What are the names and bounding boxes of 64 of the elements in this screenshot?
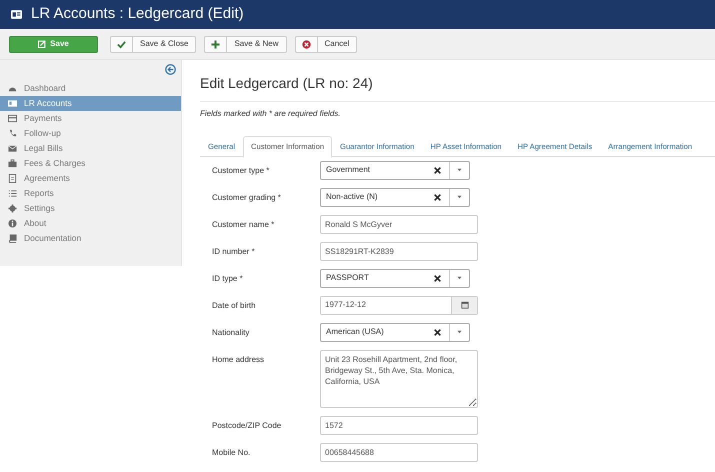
field-label: Customer type * bbox=[212, 164, 270, 177]
caret-icon[interactable] bbox=[457, 168, 462, 172]
text-field[interactable]: SS18291RT-K2839 bbox=[320, 242, 478, 261]
text-field[interactable]: 00658445688 bbox=[320, 442, 478, 462]
toolbar-button[interactable]: Save bbox=[9, 36, 98, 52]
field-label: Mobile No. bbox=[212, 446, 252, 459]
calendar-icon bbox=[460, 301, 468, 310]
field-label: Home address bbox=[212, 354, 266, 366]
select-field[interactable]: American (USA) bbox=[320, 322, 470, 342]
clear-icon[interactable] bbox=[434, 194, 441, 201]
sidebar-item[interactable]: Documentation bbox=[0, 231, 181, 246]
sidebar-item[interactable]: Payments bbox=[0, 111, 181, 126]
id-card-icon bbox=[10, 9, 23, 20]
toolbar-button[interactable]: Save & Close bbox=[110, 36, 196, 52]
list-icon bbox=[8, 189, 17, 198]
info-icon bbox=[8, 219, 17, 228]
required-fields-note: Fields marked with * are required fields. bbox=[200, 108, 342, 120]
field-label: Customer name * bbox=[212, 218, 276, 231]
sidebar-item[interactable]: About bbox=[0, 216, 181, 231]
select-field[interactable]: Government bbox=[320, 160, 470, 180]
sidebar-item[interactable]: Fees & Charges bbox=[0, 156, 181, 171]
toolbar-button[interactable]: Cancel bbox=[294, 36, 358, 52]
window-title: LR Accounts : Ledgercard (Edit) bbox=[31, 4, 244, 24]
text-field[interactable]: Ronald S McGyver bbox=[320, 214, 478, 234]
page-heading: Edit Ledgercard (LR no: 24) bbox=[200, 75, 715, 102]
field-label: Customer grading * bbox=[212, 192, 282, 204]
sidebar-item[interactable]: LR Accounts bbox=[0, 96, 181, 111]
back-arrow-icon[interactable] bbox=[165, 64, 176, 75]
sidebar-item[interactable]: Dashboard bbox=[0, 81, 181, 96]
briefcase-icon bbox=[8, 159, 17, 168]
clear-icon[interactable] bbox=[434, 328, 441, 336]
book-icon bbox=[8, 234, 17, 243]
sidebar-item[interactable]: Follow-up bbox=[0, 126, 181, 141]
textarea-field[interactable]: Unit 23 Rosehill Apartment, 2nd floor, Bridgeway St., 5th Ave, Sta. Monica, California, USA bbox=[320, 350, 478, 408]
check-icon bbox=[117, 40, 126, 48]
caret-icon[interactable] bbox=[457, 330, 462, 334]
caret-icon[interactable] bbox=[457, 276, 462, 280]
sidebar-item[interactable]: Legal Bills bbox=[0, 141, 181, 156]
field-label: ID type * bbox=[212, 272, 244, 285]
field-label: Postcode/ZIP Code bbox=[212, 420, 282, 432]
phone-icon bbox=[8, 129, 17, 138]
edit-icon bbox=[38, 40, 46, 48]
sidebar-item[interactable]: Reports bbox=[0, 186, 181, 201]
field-label: Date of birth bbox=[212, 300, 257, 312]
field-label: ID number * bbox=[212, 246, 256, 258]
gear-icon bbox=[8, 204, 17, 213]
select-field[interactable]: PASSPORT bbox=[320, 268, 470, 288]
cancel-icon bbox=[302, 40, 310, 48]
toolbar-button[interactable]: Save & New bbox=[204, 36, 286, 52]
sidebar-item[interactable]: Agreements bbox=[0, 171, 181, 186]
clear-icon[interactable] bbox=[434, 274, 441, 282]
plus-icon bbox=[211, 40, 220, 48]
calendar-button[interactable] bbox=[451, 296, 477, 314]
credit-card-icon bbox=[8, 114, 17, 123]
select-field[interactable]: Non-active (N) bbox=[320, 188, 470, 207]
sidebar-item[interactable]: Settings bbox=[0, 201, 181, 216]
envelope-icon bbox=[8, 144, 17, 153]
text-field[interactable]: 1572 bbox=[320, 416, 478, 435]
clear-icon[interactable] bbox=[434, 166, 441, 174]
caret-icon[interactable] bbox=[457, 195, 462, 200]
date-field[interactable]: 1977-12-12 bbox=[320, 296, 478, 315]
field-label: Nationality bbox=[212, 326, 250, 339]
document-icon bbox=[8, 174, 17, 183]
id-card-icon bbox=[8, 99, 17, 108]
